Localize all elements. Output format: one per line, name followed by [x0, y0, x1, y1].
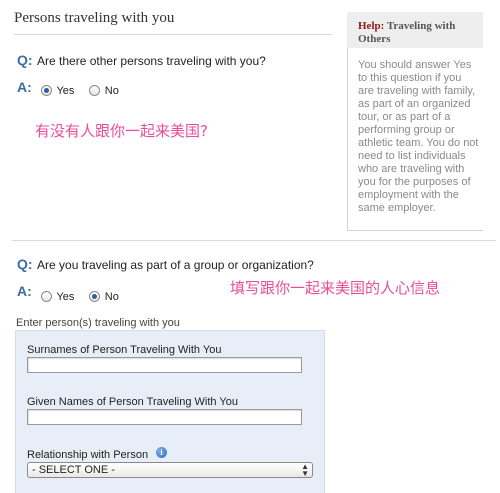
help-title-line1: Traveling with [386, 20, 456, 32]
relationship-selected-value: - SELECT ONE - [32, 464, 115, 476]
question-1-text: Are there other persons traveling with y… [37, 54, 266, 68]
relationship-label: Relationship with Person [27, 449, 149, 461]
given-names-input[interactable] [27, 409, 302, 425]
answer-2-options: Yes No [41, 288, 119, 306]
question-2: Q: Are you traveling as part of a group … [17, 256, 314, 274]
annotation-2: 填写跟你一起来美国的人心信息 [230, 279, 441, 297]
help-text: You should answer Yes to this question i… [358, 59, 479, 214]
section-divider [12, 240, 496, 241]
relationship-select[interactable]: - SELECT ONE - ▲ ▼ [27, 462, 313, 478]
answer-1: A: [17, 79, 32, 97]
enter-persons-label: Enter person(s) traveling with you [16, 317, 180, 329]
a-marker: A: [17, 79, 32, 95]
title-divider [14, 34, 332, 35]
surnames-input[interactable] [27, 357, 302, 373]
q-marker: Q: [17, 256, 33, 272]
section-title: Persons traveling with you [14, 10, 175, 26]
radio-yes[interactable] [41, 291, 52, 303]
question-2-text: Are you traveling as part of a group or … [37, 258, 314, 272]
given-names-label: Given Names of Person Traveling With You [27, 396, 238, 408]
radio-yes-label[interactable]: Yes [56, 291, 74, 303]
answer-1-options: Yes No [41, 82, 119, 100]
a-marker: A: [17, 283, 32, 299]
help-title-line2: Others [358, 33, 391, 45]
surnames-label: Surnames of Person Traveling With You [27, 344, 222, 356]
q-marker: Q: [17, 52, 33, 68]
radio-no[interactable] [89, 85, 101, 97]
radio-no-label[interactable]: No [105, 85, 119, 97]
radio-yes-label[interactable]: Yes [56, 85, 74, 97]
help-title: Help: Traveling with [358, 20, 455, 32]
annotation-1: 有没有人跟你一起来美国? [35, 122, 208, 140]
answer-2: A: [17, 283, 32, 301]
info-icon[interactable]: i [156, 447, 167, 458]
up-down-arrows-icon: ▲ ▼ [301, 462, 309, 478]
radio-yes-selected[interactable] [41, 85, 52, 97]
question-1: Q: Are there other persons traveling wit… [17, 52, 266, 70]
radio-no-selected[interactable] [89, 291, 101, 303]
help-label: Help: [358, 20, 385, 32]
radio-no-label[interactable]: No [105, 291, 119, 303]
